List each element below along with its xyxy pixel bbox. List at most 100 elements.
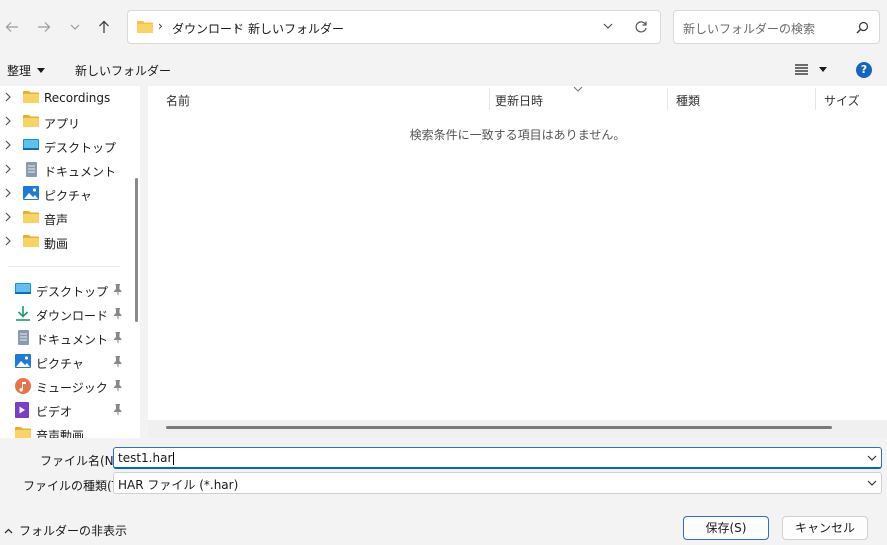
picture-icon bbox=[23, 186, 39, 200]
forward-button[interactable] bbox=[32, 14, 56, 40]
folder-icon bbox=[15, 427, 31, 438]
address-bar[interactable]: › ダウンロード › 新しいフォルダー bbox=[127, 10, 661, 44]
chevron-up-icon bbox=[4, 528, 13, 533]
arrow-right-icon bbox=[38, 22, 51, 32]
file-type-select[interactable]: HAR ファイル (*.har) bbox=[113, 472, 882, 494]
picture-icon bbox=[15, 354, 31, 368]
new-folder-button[interactable]: 新しいフォルダー bbox=[75, 62, 171, 79]
chevron-right-icon[interactable] bbox=[4, 236, 12, 246]
address-toolbar: › ダウンロード › 新しいフォルダー 新しいフォルダーの検索 bbox=[0, 0, 887, 54]
quick-access-downloads[interactable]: ダウンロード bbox=[0, 302, 130, 326]
new-folder-label: 新しいフォルダー bbox=[75, 64, 172, 78]
pin-icon[interactable] bbox=[113, 308, 123, 319]
file-name-label: ファイル名(N): bbox=[40, 454, 123, 468]
sidebar-item-desktop[interactable]: デスクトップ bbox=[0, 134, 130, 158]
pin-icon[interactable] bbox=[113, 380, 123, 391]
cancel-button[interactable]: キャンセル bbox=[782, 516, 868, 540]
recent-locations-button[interactable] bbox=[63, 14, 87, 40]
quick-access-label: ピクチャ bbox=[36, 357, 84, 371]
chevron-right-icon[interactable] bbox=[4, 116, 12, 126]
desktop-icon bbox=[15, 283, 31, 294]
search-box[interactable]: 新しいフォルダーの検索 bbox=[673, 10, 880, 44]
folder-icon bbox=[23, 115, 39, 127]
breadcrumb-new-folder[interactable]: 新しいフォルダー bbox=[248, 20, 344, 37]
document-icon bbox=[18, 330, 29, 345]
chevron-right-icon[interactable] bbox=[4, 212, 12, 222]
file-list: 名前 更新日時 種類 サイズ 検索条件に一致する項目はありません。 bbox=[148, 86, 887, 438]
breadcrumb-separator: › bbox=[158, 19, 163, 33]
pin-icon[interactable] bbox=[113, 356, 123, 367]
search-input[interactable]: 新しいフォルダーの検索 bbox=[683, 20, 815, 37]
column-divider[interactable] bbox=[667, 88, 668, 110]
folder-icon bbox=[23, 91, 39, 103]
sidebar-item-label: Recordings bbox=[44, 91, 111, 105]
organize-label: 整理 bbox=[7, 64, 32, 78]
sidebar-item-recordings[interactable]: Recordings bbox=[0, 86, 130, 110]
caret-down-icon bbox=[37, 68, 46, 73]
breadcrumb-separator: › bbox=[234, 19, 239, 33]
column-header-name[interactable]: 名前 bbox=[166, 86, 488, 110]
save-dialog-footer: ファイル名(N): test1.har ファイルの種類(T): HAR ファイル… bbox=[0, 438, 887, 545]
sidebar-item-documents[interactable]: ドキュメント bbox=[0, 158, 130, 182]
quick-access-music[interactable]: ミュージック bbox=[0, 374, 130, 398]
help-button[interactable]: ? bbox=[856, 62, 872, 78]
file-name-value: test1.har bbox=[118, 451, 175, 465]
pin-icon[interactable] bbox=[113, 284, 123, 295]
column-header-type[interactable]: 種類 bbox=[676, 86, 810, 110]
horizontal-scrollbar[interactable] bbox=[148, 420, 887, 438]
chevron-right-icon[interactable] bbox=[4, 164, 12, 174]
pin-icon[interactable] bbox=[113, 404, 123, 415]
download-icon bbox=[16, 306, 30, 321]
folder-icon bbox=[137, 21, 153, 33]
file-name-field[interactable]: test1.har bbox=[113, 447, 882, 469]
back-button[interactable] bbox=[0, 14, 24, 40]
quick-access-documents[interactable]: ドキュメント bbox=[0, 326, 130, 350]
music-icon bbox=[15, 378, 31, 394]
hide-folders-toggle[interactable]: フォルダーの非表示 bbox=[4, 522, 127, 539]
quick-access-pictures[interactable]: ピクチャ bbox=[0, 350, 130, 374]
up-button[interactable] bbox=[92, 14, 116, 40]
chevron-right-icon[interactable] bbox=[4, 92, 12, 102]
save-button[interactable]: 保存(S) bbox=[683, 516, 769, 540]
column-divider[interactable] bbox=[815, 88, 816, 110]
quick-access-audio-video[interactable]: 音声動画 bbox=[0, 422, 130, 438]
chevron-down-icon bbox=[70, 24, 80, 30]
sidebar-divider bbox=[8, 266, 120, 267]
video-icon bbox=[15, 402, 29, 418]
desktop-icon bbox=[23, 139, 39, 150]
sidebar-item-pictures[interactable]: ピクチャ bbox=[0, 182, 130, 206]
arrow-up-icon bbox=[99, 20, 109, 33]
chevron-down-icon[interactable] bbox=[867, 479, 877, 487]
chevron-right-icon[interactable] bbox=[4, 188, 12, 198]
sidebar-item-videos[interactable]: 動画 bbox=[0, 230, 130, 254]
search-icon bbox=[856, 21, 869, 34]
quick-access-label: 音声動画 bbox=[36, 429, 85, 438]
quick-access-desktop[interactable]: デスクトップ bbox=[0, 278, 130, 302]
sidebar-item-apps[interactable]: アプリ bbox=[0, 110, 130, 134]
quick-access-label: ビデオ bbox=[36, 405, 73, 419]
view-options-button[interactable] bbox=[795, 64, 827, 75]
document-icon bbox=[26, 162, 37, 177]
pin-icon[interactable] bbox=[113, 332, 123, 343]
sidebar-item-label: アプリ bbox=[44, 117, 81, 131]
folder-icon bbox=[23, 235, 39, 247]
sidebar-item-audio[interactable]: 音声 bbox=[0, 206, 130, 230]
column-divider[interactable] bbox=[489, 88, 490, 110]
text-caret bbox=[173, 452, 175, 465]
quick-access-label: ダウンロード bbox=[36, 309, 109, 323]
arrow-left-icon bbox=[5, 22, 18, 32]
quick-access-videos[interactable]: ビデオ bbox=[0, 398, 130, 422]
caret-down-icon bbox=[819, 67, 827, 72]
refresh-icon[interactable] bbox=[634, 20, 648, 34]
chevron-down-icon[interactable] bbox=[603, 22, 613, 30]
sidebar-item-label: 音声 bbox=[44, 213, 69, 227]
chevron-down-icon[interactable] bbox=[867, 454, 877, 462]
empty-results-message: 検索条件に一致する項目はありません。 bbox=[409, 128, 626, 142]
organize-button[interactable]: 整理 bbox=[7, 62, 46, 79]
column-header-size[interactable]: サイズ bbox=[824, 86, 884, 110]
sidebar-item-label: デスクトップ bbox=[44, 141, 117, 155]
sort-chevron-icon bbox=[573, 86, 583, 92]
horizontal-scrollbar-thumb[interactable] bbox=[166, 426, 832, 429]
sidebar-scrollbar[interactable] bbox=[135, 178, 138, 322]
chevron-right-icon[interactable] bbox=[4, 140, 12, 150]
